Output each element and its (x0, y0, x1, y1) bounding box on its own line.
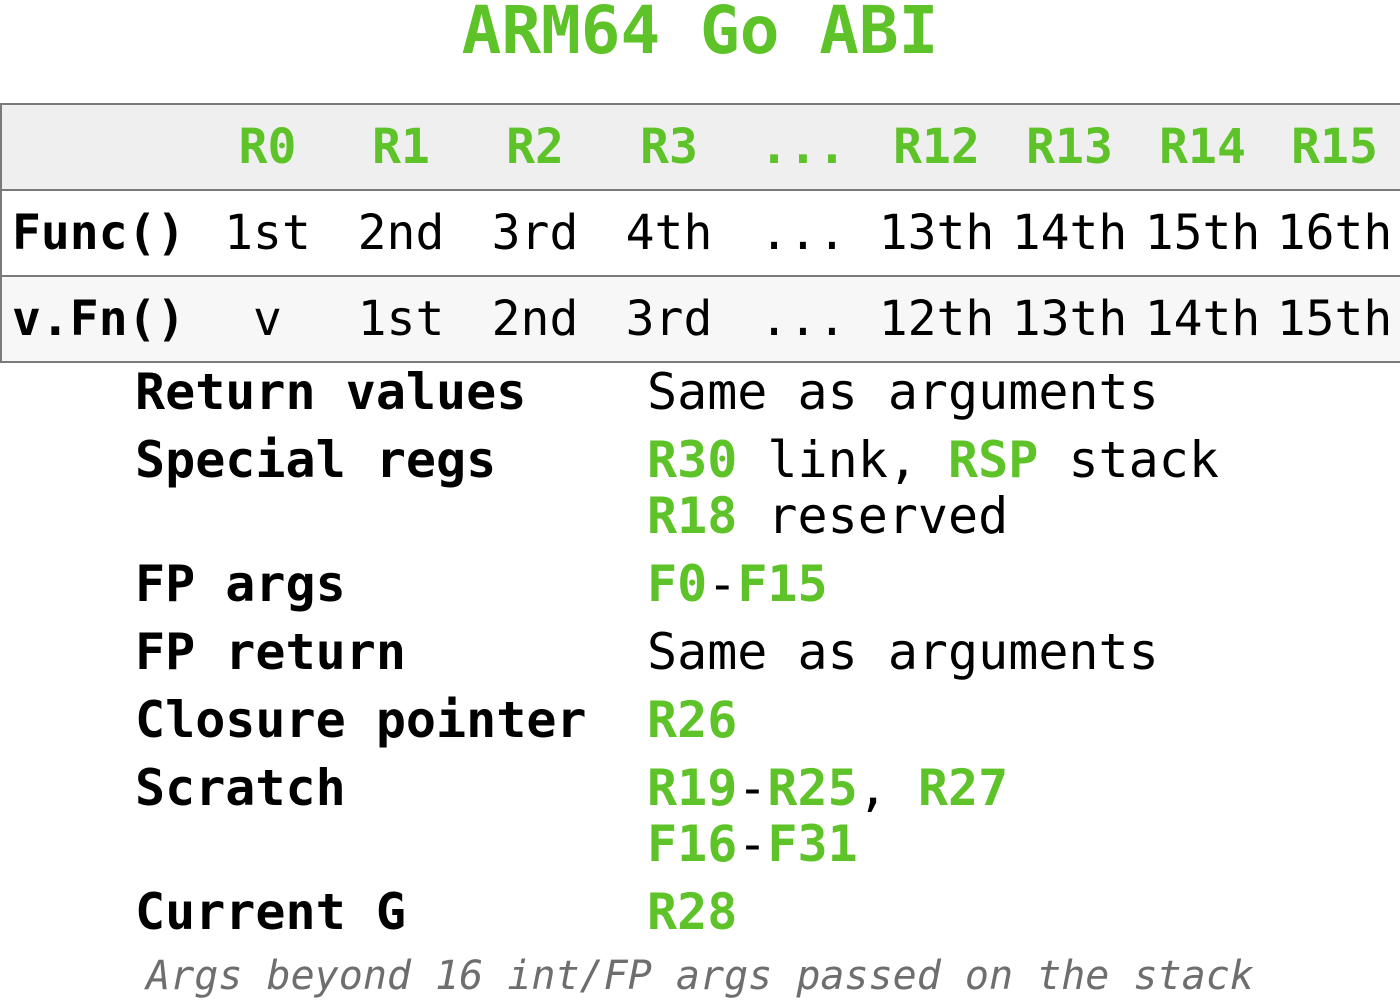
header-register-cell: R2 (468, 103, 602, 191)
note-value-line: R26 (647, 692, 1385, 748)
register-name: F15 (737, 555, 828, 613)
note-row: Return values Same as arguments (135, 364, 1385, 420)
table-row-method: v.Fn() v 1st 2nd 3rd ... 12th 13th 14th … (0, 275, 1400, 363)
header-corner-cell (0, 103, 201, 191)
table-cell: 3rd (602, 275, 736, 363)
note-value-line: R28 (647, 884, 1385, 940)
header-register-cell: R0 (201, 103, 334, 191)
table-cell: 15th (1269, 275, 1400, 363)
register-name: R26 (647, 691, 738, 749)
note-value: F0-F15 (647, 556, 1385, 612)
register-table: R0 R1 R2 R3 ... R12 R13 R14 R15 Func() 1… (0, 103, 1400, 363)
table-cell: 1st (201, 189, 334, 277)
table-cell: 13th (1003, 275, 1136, 363)
note-label: Current G (135, 883, 406, 941)
note-label: Scratch (135, 759, 346, 817)
note-text: reserved (737, 487, 1009, 545)
register-name: R25 (767, 759, 858, 817)
note-value: R30 link, RSP stack R18 reserved (647, 432, 1385, 544)
footnote: Args beyond 16 int/FP args passed on the… (146, 953, 1254, 999)
note-value: Same as arguments (647, 624, 1385, 680)
header-register-cell: R3 (602, 103, 736, 191)
row-label: v.Fn() (0, 275, 201, 363)
table-cell: 2nd (334, 189, 468, 277)
header-register-cell: R15 (1269, 103, 1400, 191)
note-label: FP args (135, 555, 346, 613)
table-cell: 16th (1269, 189, 1400, 277)
table-row-func: Func() 1st 2nd 3rd 4th ... 13th 14th 15t… (0, 189, 1400, 277)
note-row: Special regs R30 link, RSP stack R18 reser… (135, 432, 1385, 544)
note-value-line: F0-F15 (647, 556, 1385, 612)
register-name: F0 (647, 555, 708, 613)
note-value-line: R18 reserved (647, 488, 1385, 544)
note-text: - (737, 759, 768, 817)
note-label: Special regs (135, 431, 497, 489)
note-row: Scratch R19-R25, R27 F16-F31 (135, 760, 1385, 872)
table-cell: v (201, 275, 334, 363)
note-value-line: R30 link, RSP stack (647, 432, 1385, 488)
note-value: R19-R25, R27 F16-F31 (647, 760, 1385, 872)
note-value: R28 (647, 884, 1385, 940)
note-label: Closure pointer (135, 691, 587, 749)
table-cell: 15th (1136, 189, 1269, 277)
table-cell: 4th (602, 189, 736, 277)
note-row: FP args F0-F15 (135, 556, 1385, 612)
note-text: - (707, 555, 738, 613)
table-cell: 14th (1003, 189, 1136, 277)
register-name: R28 (647, 883, 738, 941)
note-value: R26 (647, 692, 1385, 748)
table-cell: 1st (334, 275, 468, 363)
note-value-line: Same as arguments (647, 624, 1385, 680)
table-cell: 13th (870, 189, 1003, 277)
note-text: stack (1038, 431, 1219, 489)
note-value-line: R19-R25, R27 (647, 760, 1385, 816)
table-cell: ... (736, 275, 870, 363)
note-label: Return values (135, 363, 527, 421)
page-title: ARM64 Go ABI (461, 0, 939, 69)
table-cell: 12th (870, 275, 1003, 363)
header-register-cell: R14 (1136, 103, 1269, 191)
note-value-line: F16-F31 (647, 816, 1385, 872)
header-register-cell: ... (736, 103, 870, 191)
row-label: Func() (0, 189, 201, 277)
register-name: R19 (647, 759, 738, 817)
table-cell: 3rd (468, 189, 602, 277)
register-name: F16 (647, 815, 738, 873)
note-row: Current G R28 (135, 884, 1385, 940)
note-text: link, (737, 431, 949, 489)
header-register-cell: R1 (334, 103, 468, 191)
table-cell: 14th (1136, 275, 1269, 363)
note-row: Closure pointer R26 (135, 692, 1385, 748)
register-name: F31 (767, 815, 858, 873)
note-label: FP return (135, 623, 406, 681)
register-name: RSP (948, 431, 1039, 489)
note-text: , (857, 759, 918, 817)
register-header-row: R0 R1 R2 R3 ... R12 R13 R14 R15 (0, 103, 1400, 191)
note-value-line: Same as arguments (647, 364, 1385, 420)
header-register-cell: R13 (1003, 103, 1136, 191)
register-name: R30 (647, 431, 738, 489)
header-register-cell: R12 (870, 103, 1003, 191)
note-text: Same as arguments (647, 363, 1159, 421)
note-text: - (737, 815, 768, 873)
table-cell: 2nd (468, 275, 602, 363)
register-name: R27 (917, 759, 1009, 817)
note-row: FP return Same as arguments (135, 624, 1385, 680)
abi-notes-list: Return values Same as arguments Special re… (135, 364, 1385, 952)
register-name: R18 (647, 487, 738, 545)
note-value: Same as arguments (647, 364, 1385, 420)
table-cell: ... (736, 189, 870, 277)
note-text: Same as arguments (647, 623, 1159, 681)
